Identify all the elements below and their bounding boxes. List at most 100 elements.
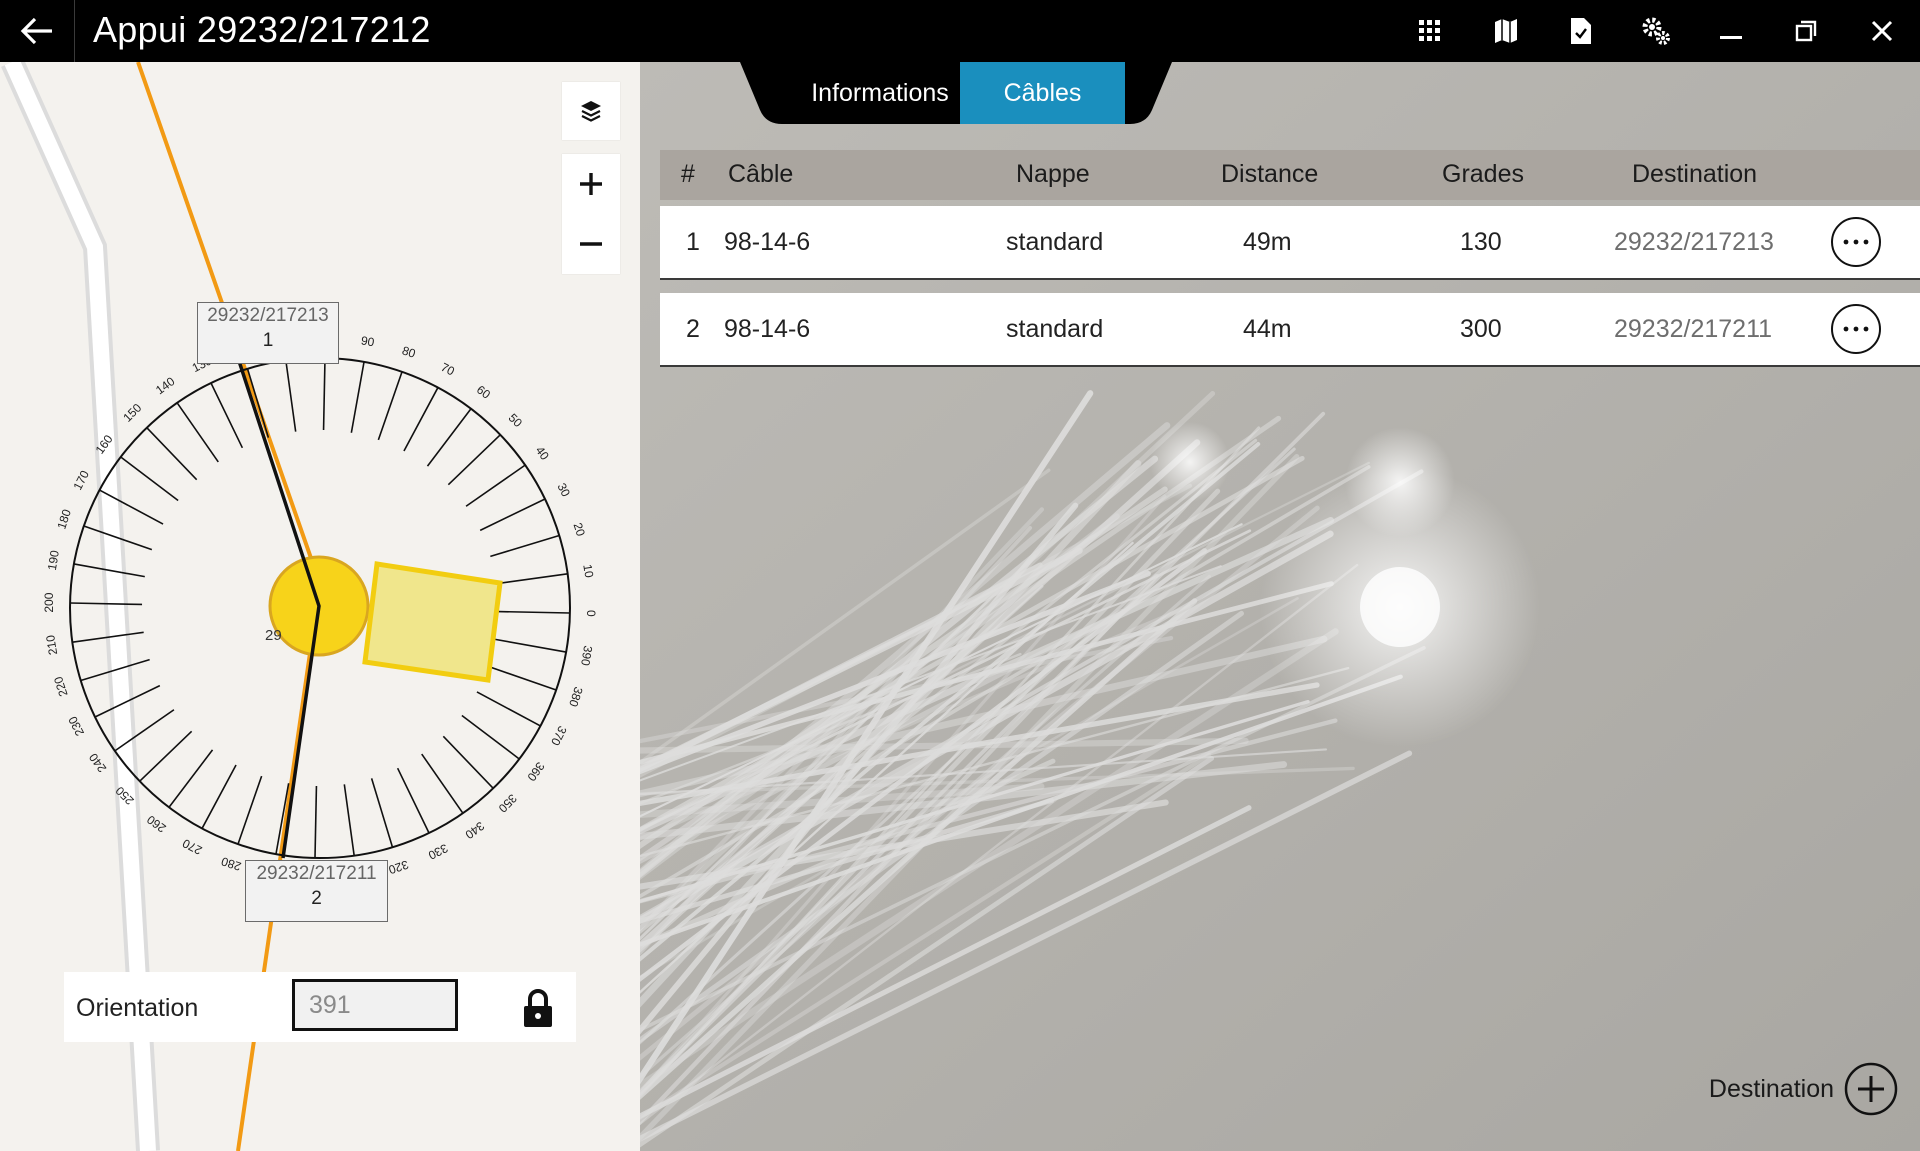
- dial-tick: [237, 775, 263, 845]
- settings-button[interactable]: [1618, 0, 1694, 62]
- dial-tick: [139, 730, 193, 782]
- dial-tick: [70, 602, 143, 606]
- row-more-button[interactable]: [1831, 217, 1881, 267]
- minimize-button[interactable]: [1693, 0, 1769, 62]
- dial-tick: [370, 778, 394, 848]
- add-circle-icon: [1844, 1062, 1898, 1116]
- restore-button[interactable]: [1768, 0, 1844, 62]
- dial-tick-label: 370: [548, 724, 570, 748]
- dial-tick: [120, 456, 179, 502]
- dial-tick-label: 350: [495, 791, 519, 815]
- dial-tick-label: 260: [144, 812, 169, 835]
- dial-tick: [476, 691, 541, 727]
- table-row[interactable]: 2 98-14-6 standard 44m 300 29232/217211: [660, 293, 1920, 367]
- label-destination-2-num: 2: [311, 888, 322, 909]
- layers-button[interactable]: [562, 82, 620, 140]
- zoom-in-icon: [580, 173, 602, 195]
- dial-tick: [176, 402, 219, 463]
- close-icon: [1871, 20, 1893, 42]
- dial-tick-label: 140: [153, 374, 178, 397]
- dial-tick-label: 70: [439, 360, 458, 379]
- dial-tick-label: 170: [70, 468, 92, 492]
- dial-tick: [403, 387, 439, 452]
- dial-tick-label: 280: [219, 854, 243, 874]
- lock-icon[interactable]: [522, 988, 554, 1028]
- dial-tick-label: 180: [54, 507, 74, 531]
- cell-number: 2: [686, 315, 700, 343]
- header-destination: Destination: [1632, 160, 1758, 188]
- dial-tick-label: 340: [462, 819, 487, 842]
- zoom-in-button[interactable]: [562, 154, 620, 214]
- header-nappe: Nappe: [1016, 160, 1090, 188]
- dial-tick-label: 80: [400, 343, 417, 361]
- dial-tick-label: 40: [533, 444, 552, 463]
- dial-tick: [146, 427, 198, 481]
- label-destination-1[interactable]: 29232/217213 1: [197, 302, 339, 364]
- cell-distance: 44m: [1243, 315, 1292, 343]
- add-destination-label: Destination: [1708, 1074, 1834, 1103]
- orientation-panel: Orientation: [64, 972, 576, 1042]
- dial-tick-label: 220: [51, 675, 71, 699]
- dial-tick: [461, 714, 520, 760]
- orientation-label: Orientation: [76, 994, 199, 1022]
- dial-tick: [168, 749, 214, 808]
- support-square: [362, 561, 503, 683]
- label-destination-2[interactable]: 29232/217211 2: [245, 860, 388, 922]
- dial-tick-label: 230: [65, 714, 87, 738]
- minimize-icon: [1720, 36, 1742, 39]
- tab-cables[interactable]: Câbles: [960, 62, 1125, 124]
- label-destination-2-id: 29232/217211: [256, 863, 377, 884]
- dial-tick: [377, 371, 403, 441]
- cell-nappe: standard: [1006, 228, 1104, 256]
- orientation-input[interactable]: [292, 979, 458, 1031]
- back-button[interactable]: [0, 0, 75, 62]
- map-button[interactable]: [1468, 0, 1544, 62]
- dial-tick: [497, 610, 570, 614]
- dial-tick-label: 150: [120, 400, 144, 424]
- dial-tick-label: 190: [45, 549, 62, 571]
- more-icon: [1843, 239, 1869, 245]
- back-arrow-icon: [20, 17, 52, 45]
- dial-tick: [285, 360, 297, 432]
- map-panel[interactable]: 0102030405060708090100110120130140150160…: [0, 62, 640, 1151]
- grid-button[interactable]: [1392, 0, 1468, 62]
- cell-grades: 130: [1460, 228, 1502, 256]
- dial-tick-label: 0: [584, 610, 598, 617]
- dial-tick: [246, 368, 270, 438]
- cell-cable: 98-14-6: [724, 228, 811, 256]
- dial-tick: [350, 361, 365, 433]
- dial-tick: [201, 764, 237, 829]
- dial-tick: [495, 638, 567, 653]
- close-button[interactable]: [1844, 0, 1920, 62]
- label-destination-1-id: 29232/217213: [207, 305, 329, 326]
- document-button[interactable]: [1543, 0, 1619, 62]
- dial-tick-label: 60: [474, 383, 493, 402]
- layers-icon: [581, 101, 601, 122]
- dial-tick: [442, 735, 494, 789]
- cell-number: 1: [686, 228, 700, 256]
- dial-tick-label: 380: [566, 685, 586, 709]
- cell-destination: 29232/217213: [1614, 228, 1774, 256]
- dial-tick-label: 30: [554, 481, 573, 500]
- header-number: #: [681, 160, 695, 188]
- row-more-button[interactable]: [1831, 304, 1881, 354]
- dial-tick-label: 90: [360, 333, 376, 349]
- table-header: # Câble Nappe Distance Grades Destinatio…: [660, 150, 1920, 200]
- grid-icon: [1419, 20, 1440, 41]
- add-destination-button[interactable]: Destination: [1709, 1062, 1898, 1116]
- dial-tick: [322, 358, 326, 431]
- table-row[interactable]: 1 98-14-6 standard 49m 130 29232/217213: [660, 206, 1920, 280]
- marker-label: 29: [265, 627, 282, 644]
- cell-distance: 49m: [1243, 228, 1292, 256]
- zoom-out-button[interactable]: [562, 214, 620, 274]
- dial-tick-label: 270: [180, 836, 204, 858]
- dial-tick: [496, 573, 568, 585]
- dial-tick-label: 320: [387, 857, 411, 877]
- zoom-controls: [562, 154, 620, 274]
- dial-tick-label: 330: [426, 841, 450, 863]
- cell-cable: 98-14-6: [724, 315, 811, 343]
- dial-tick-label: 210: [43, 634, 60, 656]
- dial-tick: [343, 784, 355, 856]
- tab-informations[interactable]: Informations: [800, 62, 960, 124]
- dial-tick-label: 200: [42, 592, 56, 612]
